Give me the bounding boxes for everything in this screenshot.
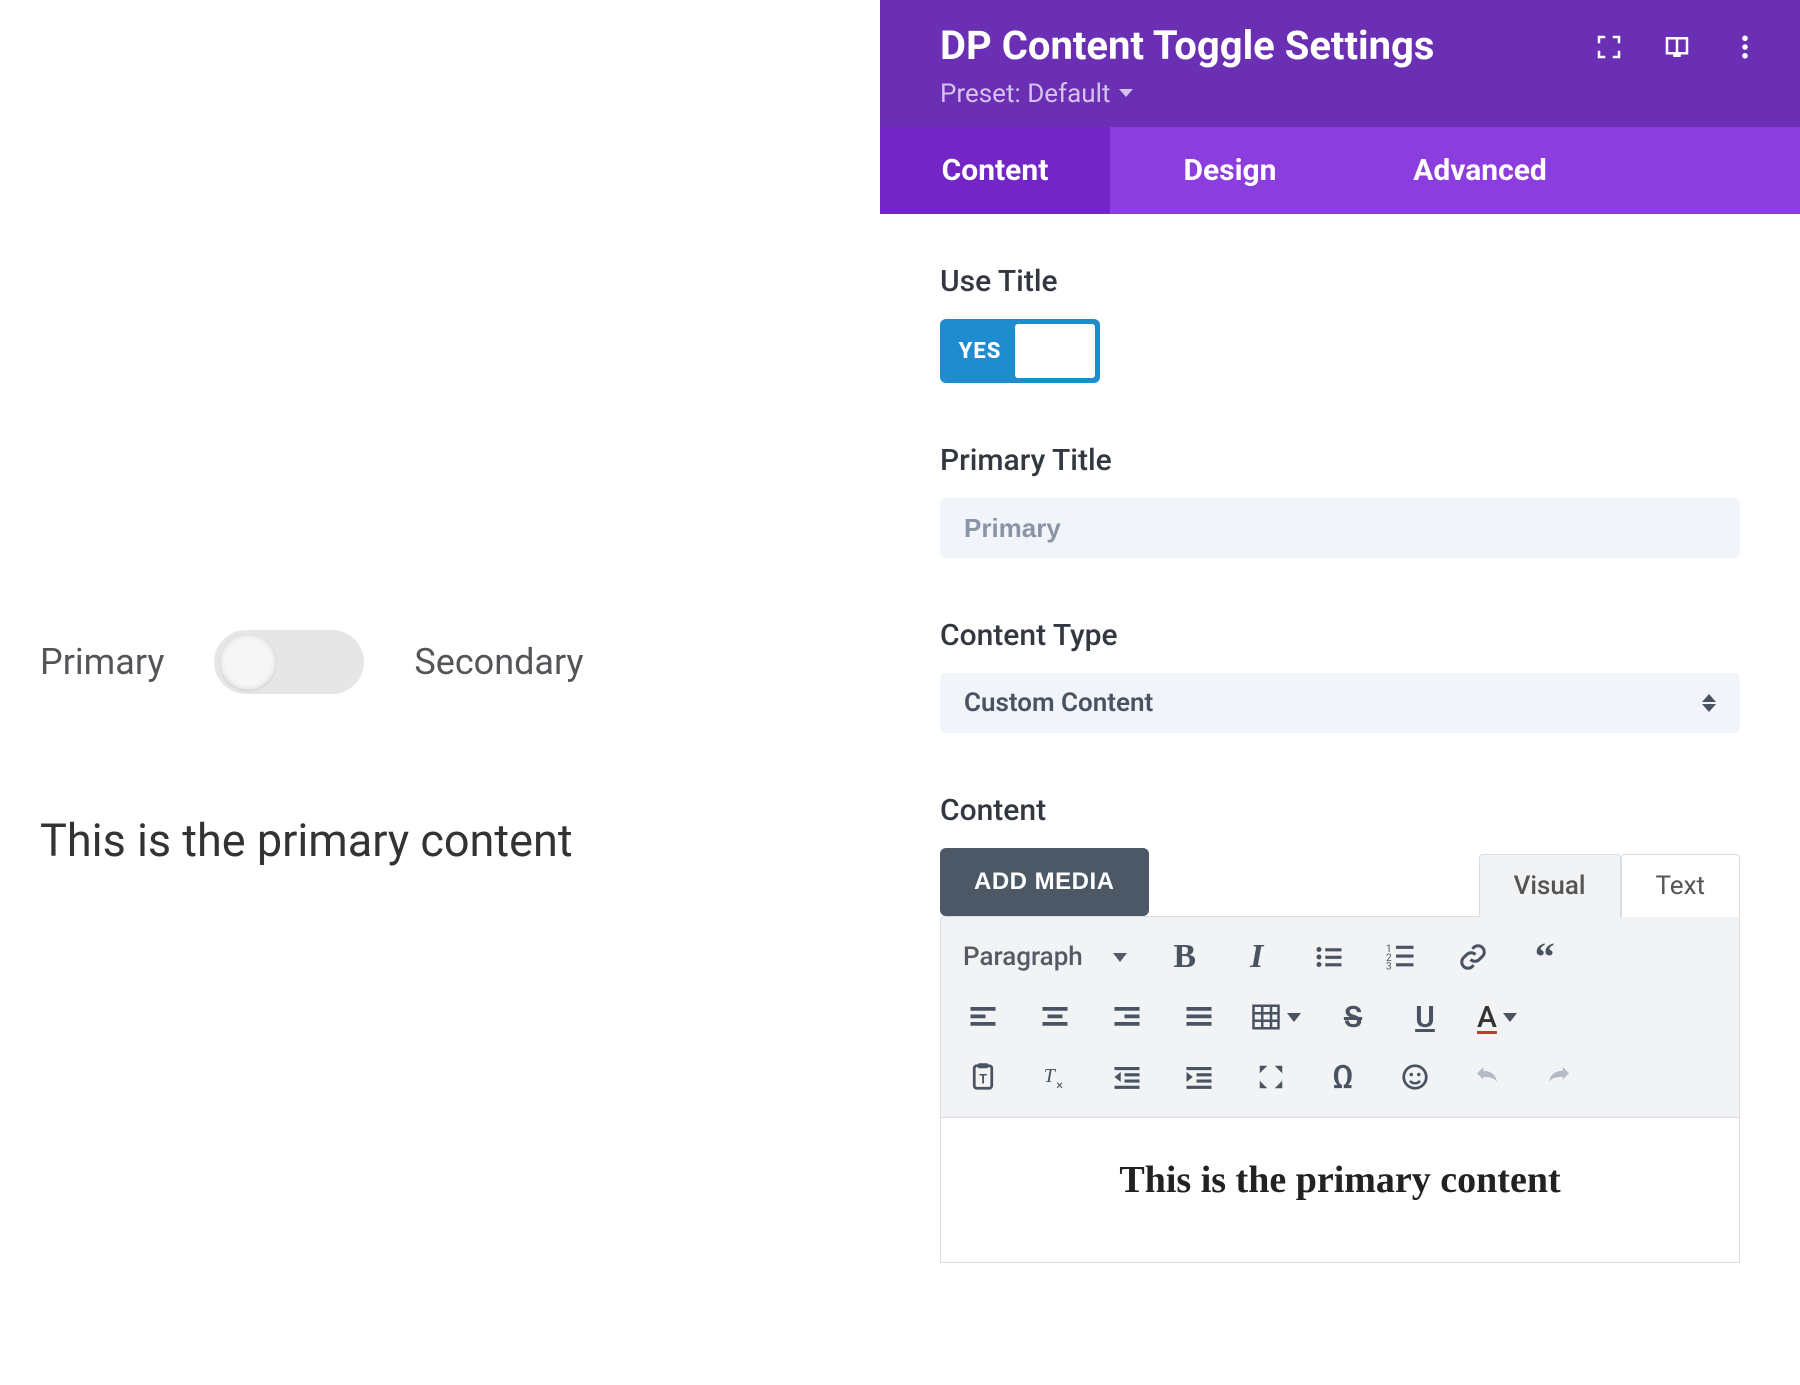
clear-formatting-button[interactable]: T× <box>1035 1057 1075 1097</box>
strikethrough-button[interactable]: S <box>1333 997 1373 1037</box>
align-left-icon <box>968 1002 998 1032</box>
emoji-icon <box>1400 1062 1430 1092</box>
editor-tab-text[interactable]: Text <box>1621 854 1740 917</box>
justify-icon <box>1184 1002 1214 1032</box>
toggle-switch[interactable] <box>214 630 364 694</box>
field-content-type: Content Type Custom Content <box>940 618 1740 733</box>
chevron-down-icon <box>1287 1013 1301 1022</box>
link-button[interactable] <box>1453 937 1493 977</box>
clipboard-icon: T <box>968 1062 998 1092</box>
align-center-icon <box>1040 1002 1070 1032</box>
preset-selector[interactable]: Preset: Default <box>940 79 1434 109</box>
svg-text:T: T <box>979 1072 987 1087</box>
content-type-label: Content Type <box>940 618 1740 653</box>
block-format-value: Paragraph <box>963 942 1083 972</box>
chevron-down-icon <box>1118 88 1134 100</box>
undo-button[interactable] <box>1467 1057 1507 1097</box>
emoji-button[interactable] <box>1395 1057 1435 1097</box>
block-format-select[interactable]: Paragraph <box>963 942 1133 972</box>
numbered-list-button[interactable]: 123 <box>1381 937 1421 977</box>
bulleted-list-icon <box>1314 942 1344 972</box>
fullscreen-button[interactable] <box>1251 1057 1291 1097</box>
clear-format-icon: T× <box>1040 1062 1070 1092</box>
align-right-button[interactable] <box>1107 997 1147 1037</box>
special-character-button[interactable]: Ω <box>1323 1057 1363 1097</box>
preview-pane: Primary Secondary This is the primary co… <box>0 0 880 1385</box>
rich-text-editor: ADD MEDIA Visual Text Paragraph B <box>940 848 1740 1263</box>
more-icon[interactable] <box>1730 32 1760 62</box>
updown-icon <box>1702 694 1716 712</box>
link-icon <box>1458 942 1488 972</box>
use-title-label: Use Title <box>940 264 1740 299</box>
chevron-down-icon <box>1113 953 1127 962</box>
underline-button[interactable]: U <box>1405 997 1445 1037</box>
indent-icon <box>1184 1062 1214 1092</box>
text-color-icon: A <box>1477 1000 1497 1035</box>
preset-label: Preset: Default <box>940 79 1110 109</box>
justify-button[interactable] <box>1179 997 1219 1037</box>
use-title-value: YES <box>945 339 1015 364</box>
preview-content-text: This is the primary content <box>40 814 840 867</box>
table-button[interactable] <box>1251 1002 1301 1032</box>
svg-text:T: T <box>1044 1065 1057 1087</box>
outdent-icon <box>1112 1062 1142 1092</box>
redo-icon <box>1544 1062 1574 1092</box>
use-title-toggle[interactable]: YES <box>940 319 1100 383</box>
toggle-primary-label: Primary <box>40 641 164 683</box>
field-use-title: Use Title YES <box>940 264 1740 383</box>
align-center-button[interactable] <box>1035 997 1075 1037</box>
responsive-icon[interactable] <box>1662 32 1692 62</box>
content-type-value: Custom Content <box>964 688 1153 718</box>
panel-header: DP Content Toggle Settings Preset: Defau… <box>880 0 1800 127</box>
editor-tab-visual[interactable]: Visual <box>1479 854 1621 917</box>
toggle-secondary-label: Secondary <box>414 641 583 683</box>
chevron-down-icon <box>1503 1013 1517 1022</box>
paste-as-text-button[interactable]: T <box>963 1057 1003 1097</box>
add-media-button[interactable]: ADD MEDIA <box>940 848 1149 916</box>
field-primary-title: Primary Title <box>940 443 1740 558</box>
blockquote-button[interactable]: “ <box>1525 937 1565 977</box>
toggle-knob <box>220 634 276 690</box>
panel-title: DP Content Toggle Settings <box>940 22 1434 69</box>
svg-text:×: × <box>1056 1079 1063 1093</box>
undo-icon <box>1472 1062 1502 1092</box>
content-type-select[interactable]: Custom Content <box>940 673 1740 733</box>
primary-title-input[interactable] <box>940 498 1740 558</box>
content-toggle: Primary Secondary <box>40 630 840 694</box>
align-right-icon <box>1112 1002 1142 1032</box>
editor-toolbar: Paragraph B I 123 <box>940 916 1740 1118</box>
table-icon <box>1251 1002 1281 1032</box>
use-title-knob <box>1015 324 1095 378</box>
align-left-button[interactable] <box>963 997 1003 1037</box>
redo-button[interactable] <box>1539 1057 1579 1097</box>
tab-content[interactable]: Content <box>880 127 1110 214</box>
settings-panel: DP Content Toggle Settings Preset: Defau… <box>880 0 1800 1385</box>
numbered-list-icon: 123 <box>1386 942 1416 972</box>
field-content: Content ADD MEDIA Visual Text Paragraph <box>940 793 1740 1263</box>
bulleted-list-button[interactable] <box>1309 937 1349 977</box>
fullscreen-icon <box>1256 1062 1286 1092</box>
tab-advanced[interactable]: Advanced <box>1350 127 1610 214</box>
indent-button[interactable] <box>1179 1057 1219 1097</box>
editor-canvas[interactable]: This is the primary content <box>940 1118 1740 1263</box>
expand-icon[interactable] <box>1594 32 1624 62</box>
tab-design[interactable]: Design <box>1110 127 1350 214</box>
text-color-button[interactable]: A <box>1477 1000 1517 1035</box>
svg-text:3: 3 <box>1386 962 1392 973</box>
editor-content-text: This is the primary content <box>1119 1159 1560 1201</box>
italic-button[interactable]: I <box>1237 937 1277 977</box>
bold-button[interactable]: B <box>1165 937 1205 977</box>
outdent-button[interactable] <box>1107 1057 1147 1097</box>
primary-title-label: Primary Title <box>940 443 1740 478</box>
panel-body: Use Title YES Primary Title Content Type… <box>880 214 1800 1385</box>
panel-tabs: Content Design Advanced <box>880 127 1800 214</box>
content-label: Content <box>940 793 1740 828</box>
